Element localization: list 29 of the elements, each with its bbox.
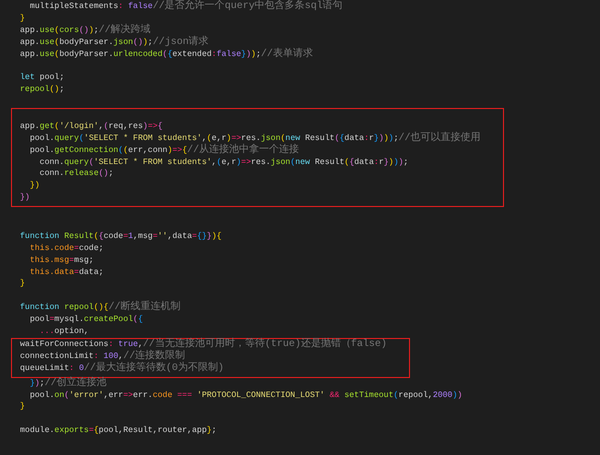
code-line: this.data=data; [28,266,104,278]
code-line: let pool; [20,72,64,84]
code-line: module.exports={pool,Result,router,app}; [20,425,217,438]
code-line: repool(); [20,84,64,96]
code-line: pool.on('error',err=>err.code === 'PROTOCOL_CONNECTION_LOST' && setTimeout(repool,2000)) [28,390,462,402]
code-line: } [20,401,25,414]
code-line: this.msg=msg; [28,254,94,267]
code-line: pool=mysql.createPool({ [28,314,143,326]
code-line: conn.release(); [38,168,114,180]
code-line: multipleStatements: false//是否允许一个query中包含多条sql语句 [28,1,343,13]
code-line: queueLimit: 0//最大连接等待数(0为不限制) [20,362,224,375]
code-line: function Result({code=1,msg='',data={}}){ [20,230,222,243]
code-line: conn.query('SELECT * FROM students',(e,r)=>res.json(new Result({data:r}))); [38,156,408,168]
code-line: waitForConnections: true,//当无连接池可用时，等待(true)还是抛错（false) [20,338,387,350]
code-line: pool.getConnection((err,conn)=>{//从连接池中拿一个连接 [28,144,300,157]
code-line: } [20,278,25,290]
code-line: this.code=code; [28,242,104,255]
code-line: }) [28,180,40,192]
code-line: app.use(bodyParser.urlencoded({extended:false}));//表单请求 [20,48,313,60]
code-line: });//创立连接池 [28,378,107,390]
code-line: app.use(bodyParser.json());//json请求 [20,36,209,49]
code-line: connectionLimit: 100,//连接数限制 [20,350,186,362]
code-line: } [20,12,25,25]
code-line: app.use(cors());//解决跨域 [20,24,151,37]
code-line: }) [20,192,30,204]
code-line: app.get('/login',(req,res)=>{ [20,120,163,133]
code-line: function repool(){//断线重连机制 [20,302,180,314]
code-line: pool.query('SELECT * FROM students',(e,r)=>res.json(new Result({data:r})));//也可以直接使用 [28,132,481,144]
code-line: ...option, [38,326,89,338]
